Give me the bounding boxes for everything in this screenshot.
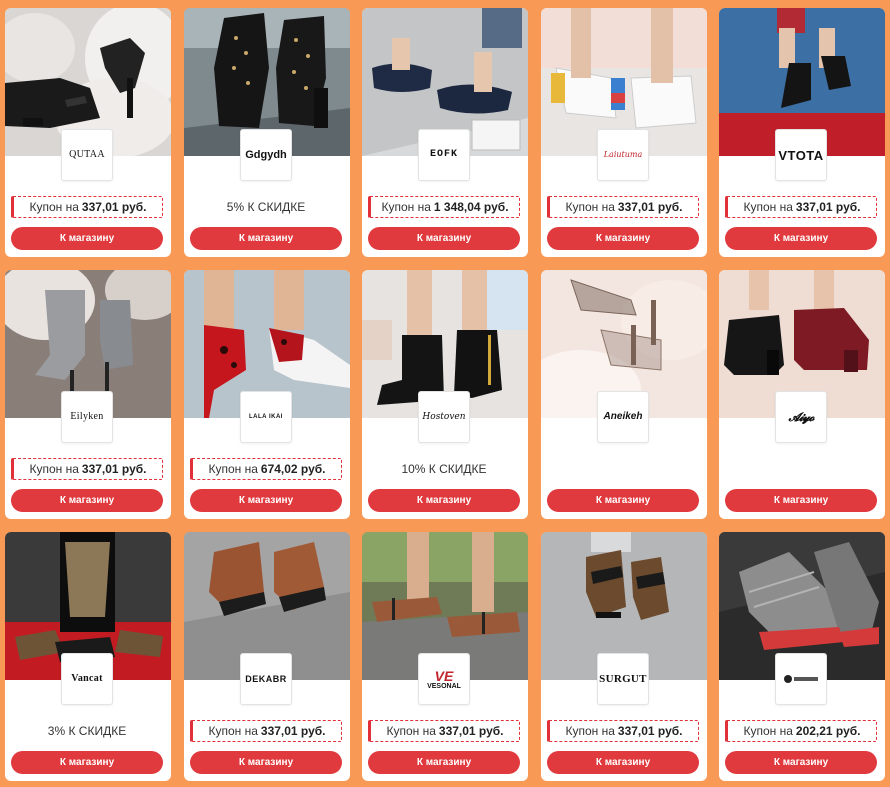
to-store-button[interactable]: К магазину: [368, 489, 520, 512]
brand-name: DEKABR: [245, 673, 287, 684]
coupon-prefix: Купон на: [29, 200, 79, 214]
brand-logo[interactable]: Laiutuma: [597, 129, 649, 181]
store-card[interactable]: Hostoven 10% К СКИДКЕ К магазину: [362, 270, 528, 519]
brand-name: SURGUT: [599, 672, 647, 685]
brand-logo-graphic-icon: [784, 675, 818, 683]
brand-logo[interactable]: LALA IKAI: [240, 391, 292, 443]
brand-name: LALA IKAI: [249, 414, 283, 420]
coupon-amount: 337,01 руб.: [617, 724, 683, 738]
coupon-badge: Купон на 337,01 руб.: [368, 720, 520, 742]
brand-logo[interactable]: VTOTA: [775, 129, 827, 181]
brand-logo[interactable]: QUTAA: [61, 129, 113, 181]
coupon-amount: 337,01 руб.: [438, 724, 504, 738]
brand-name: EOFK: [429, 149, 458, 160]
to-store-button[interactable]: К магазину: [190, 751, 342, 774]
coupon-badge: Купон на 337,01 руб.: [11, 458, 163, 480]
coupon-prefix: Купон на: [386, 724, 436, 738]
coupon-prefix: Купон на: [208, 724, 258, 738]
to-store-button[interactable]: К магазину: [190, 227, 342, 250]
store-card[interactable]: VE VESONAL Купон на 337,01 руб. К магазин…: [362, 532, 528, 781]
to-store-button[interactable]: К магазину: [547, 227, 699, 250]
coupon-badge: Купон на 202,21 руб.: [725, 720, 877, 742]
coupon-amount: 337,01 руб.: [81, 462, 147, 476]
store-card[interactable]: Купон на 202,21 руб. К магазину: [719, 532, 885, 781]
store-card[interactable]: DEKABR Купон на 337,01 руб. К магазину: [184, 532, 350, 781]
coupon-amount: 337,01 руб.: [617, 200, 683, 214]
brand-name: Hostoven: [422, 411, 466, 422]
coupon-badge: Купон на 337,01 руб.: [547, 720, 699, 742]
to-store-button[interactable]: К магазину: [547, 751, 699, 774]
coupon-badge: Купон на 674,02 руб.: [190, 458, 342, 480]
brand-logo[interactable]: Eilyken: [61, 391, 113, 443]
coupon-prefix: Купон на: [565, 724, 615, 738]
store-card[interactable]: Aneikeh К магазину: [541, 270, 707, 519]
to-store-button[interactable]: К магазину: [11, 751, 163, 774]
brand-logo[interactable]: SURGUT: [597, 653, 649, 705]
coupon-amount: 337,01 руб.: [260, 724, 326, 738]
coupon-prefix: Купон на: [29, 462, 79, 476]
store-card[interactable]: EOFK Купон на 1 348,04 руб. К магазину: [362, 8, 528, 257]
to-store-button[interactable]: К магазину: [725, 227, 877, 250]
brand-logo[interactable]: 𝓐𝓲𝔂𝓸: [775, 391, 827, 443]
coupon-amount: 674,02 руб.: [260, 462, 326, 476]
to-store-button[interactable]: К магазину: [368, 751, 520, 774]
discount-label: 3% К СКИДКЕ: [47, 724, 127, 738]
brand-logo[interactable]: Gdgydh: [240, 129, 292, 181]
brand-name: Gdgydh: [245, 148, 287, 161]
store-card[interactable]: Laiutuma Купон на 337,01 руб. К магазину: [541, 8, 707, 257]
brand-name: VTOTA: [778, 147, 824, 163]
brand-logo[interactable]: EOFK: [418, 129, 470, 181]
brand-logo[interactable]: Hostoven: [418, 391, 470, 443]
brand-name: Vancat: [71, 673, 103, 684]
coupon-prefix: Купон на: [381, 200, 431, 214]
coupon-badge: Купон на 337,01 руб.: [190, 720, 342, 742]
brand-logo[interactable]: VE VESONAL: [418, 653, 470, 705]
coupon-badge: Купон на 1 348,04 руб.: [368, 196, 520, 218]
brand-logo[interactable]: Aneikeh: [597, 391, 649, 443]
brand-logo[interactable]: [775, 653, 827, 705]
store-card[interactable]: VTOTA Купон на 337,01 руб. К магазину: [719, 8, 885, 257]
store-card[interactable]: LALA IKAI Купон на 674,02 руб. К магазину: [184, 270, 350, 519]
to-store-button[interactable]: К магазину: [190, 489, 342, 512]
to-store-button[interactable]: К магазину: [725, 751, 877, 774]
coupon-prefix: Купон на: [565, 200, 615, 214]
store-card[interactable]: Vancat 3% К СКИДКЕ К магазину: [5, 532, 171, 781]
to-store-button[interactable]: К магазину: [725, 489, 877, 512]
discount-label: 5% К СКИДКЕ: [226, 200, 306, 214]
brand-name: Aneikeh: [603, 411, 643, 422]
store-card[interactable]: 𝓐𝓲𝔂𝓸 К магазину: [719, 270, 885, 519]
coupon-prefix: Купон на: [743, 724, 793, 738]
brand-name: VESONAL: [427, 682, 461, 690]
brand-logo[interactable]: DEKABR: [240, 653, 292, 705]
coupon-prefix: Купон на: [208, 462, 258, 476]
brand-name: QUTAA: [69, 149, 105, 160]
to-store-button[interactable]: К магазину: [11, 227, 163, 250]
brand-name: Laiutuma: [603, 150, 643, 159]
store-card[interactable]: Gdgydh 5% К СКИДКЕ К магазину: [184, 8, 350, 257]
to-store-button[interactable]: К магазину: [547, 489, 699, 512]
store-card[interactable]: QUTAA Купон на 337,01 руб. К магазину: [5, 8, 171, 257]
store-card[interactable]: SURGUT Купон на 337,01 руб. К магазину: [541, 532, 707, 781]
to-store-button[interactable]: К магазину: [368, 227, 520, 250]
store-grid: QUTAA Купон на 337,01 руб. К магазину Gdg…: [0, 0, 890, 787]
coupon-amount: 337,01 руб.: [81, 200, 147, 214]
store-card[interactable]: Eilyken Купон на 337,01 руб. К магазину: [5, 270, 171, 519]
coupon-badge: Купон на 337,01 руб.: [547, 196, 699, 218]
coupon-amount: 202,21 руб.: [795, 724, 861, 738]
coupon-badge: Купон на 337,01 руб.: [725, 196, 877, 218]
coupon-badge: Купон на 337,01 руб.: [11, 196, 163, 218]
discount-label: 10% К СКИДКЕ: [401, 462, 487, 476]
coupon-prefix: Купон на: [743, 200, 793, 214]
to-store-button[interactable]: К магазину: [11, 489, 163, 512]
coupon-amount: 1 348,04 руб.: [433, 200, 509, 214]
brand-name: Eilyken: [70, 411, 104, 422]
coupon-amount: 337,01 руб.: [795, 200, 861, 214]
brand-logo[interactable]: Vancat: [61, 653, 113, 705]
